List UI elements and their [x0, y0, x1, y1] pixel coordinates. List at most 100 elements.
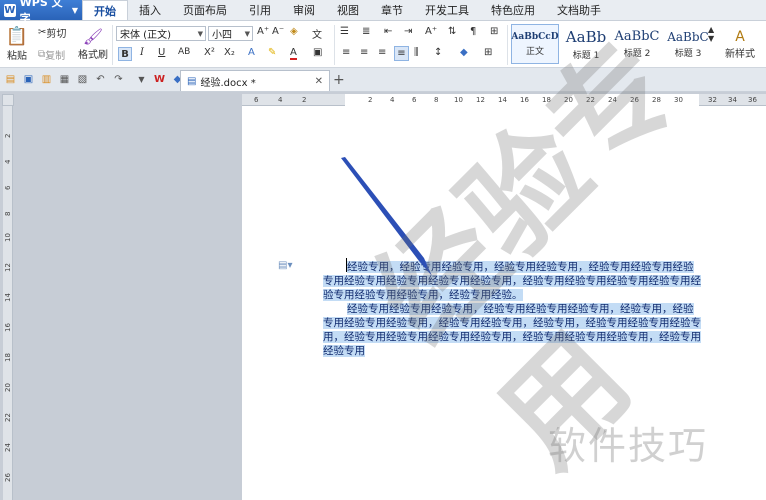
document-tab[interactable]: ▤ 经验.docx * ✕ [180, 70, 330, 91]
font-size-select[interactable]: 小四 ▼ [208, 26, 253, 41]
paragraph-2[interactable]: 经验专用经验专用经验专用，经验专用经验专用经验专用，经验专用，经验专用经验专用经… [323, 302, 701, 358]
border-button[interactable]: ⊞ [484, 47, 492, 58]
document-page[interactable]: ▤▾ 经验专用，经验专用经验专用，经验专用经验专用，经验专用经验专用经验专用经验… [242, 106, 766, 500]
text-effect-button[interactable]: A [248, 47, 255, 58]
underline-button[interactable]: U [158, 47, 165, 58]
distributed-button[interactable]: ⫼ [414, 47, 419, 58]
strikethrough-button[interactable]: AB [178, 47, 190, 57]
font-color-button[interactable]: A [290, 47, 297, 60]
sort-button[interactable]: ⇅ [448, 26, 456, 37]
paragraph-1-text: 经验专用，经验专用经验专用，经验专用经验专用，经验专用经验专用经验专用经验专用经… [323, 261, 701, 301]
bold-button[interactable]: B [118, 47, 132, 61]
bullet-list-icon: ☰ [340, 26, 349, 37]
tab-special-apps[interactable]: 特色应用 [480, 0, 546, 20]
increase-indent-button[interactable]: ⇥ [404, 26, 412, 37]
tab-review[interactable]: 审阅 [282, 0, 326, 20]
superscript-button[interactable]: X² [204, 47, 215, 58]
ruler-tick: 8 [434, 96, 439, 104]
chevron-down-icon[interactable]: ▼ [134, 72, 149, 87]
export-pdf-icon[interactable]: ▥ [39, 72, 54, 87]
justify-button[interactable]: ≡ [394, 46, 409, 61]
tab-references[interactable]: 引用 [238, 0, 282, 20]
line-spacing-button[interactable]: ↕ [434, 47, 442, 58]
ruler-tick: 6 [254, 96, 259, 104]
format-painter-button[interactable]: 🖌 格式刷 [78, 25, 108, 63]
style-heading-1[interactable]: AaBb 标题 1 [562, 24, 610, 64]
scissors-icon: ✂ [38, 27, 47, 38]
bullet-list-button[interactable]: ☰ [340, 26, 349, 37]
menu-bar: W WPS 文字 ▼ 开始 插入 页面布局 引用 审阅 视图 章节 开发工具 特… [0, 0, 766, 25]
cut-button[interactable]: ✂ 剪切 [38, 25, 66, 40]
document-tab-title: 经验.docx * [200, 77, 256, 89]
style-scroll-button[interactable]: ▲ ▼ [708, 25, 714, 43]
tab-page-layout[interactable]: 页面布局 [172, 0, 238, 20]
ruler-tick: 16 [4, 323, 12, 332]
style-normal[interactable]: AaBbCcD 正文 [511, 24, 559, 64]
brush-icon: 🖌 [82, 27, 104, 46]
ruler-corner[interactable] [2, 94, 14, 106]
paste-button[interactable]: 📋 粘贴 [4, 25, 30, 63]
tab-home[interactable]: 开始 [82, 0, 128, 20]
undo-icon[interactable]: ↶ [93, 72, 108, 87]
add-tab-icon[interactable]: + [333, 72, 345, 88]
indent-icon: ⇥ [404, 26, 413, 37]
align-right-button[interactable]: ≡ [378, 47, 386, 58]
tab-doc-assistant[interactable]: 文档助手 [546, 0, 612, 20]
print-preview-icon[interactable]: ▧ [75, 72, 90, 87]
show-marks-button[interactable]: ¶ [470, 26, 476, 37]
print-icon[interactable]: ▦ [57, 72, 72, 87]
style-heading-3[interactable]: AaBbC 标题 3 [664, 24, 712, 64]
clear-format-button[interactable]: ◈ [290, 26, 298, 37]
shrink-font-button[interactable]: A⁻ [272, 26, 284, 37]
chevron-down-icon: ▼ [708, 34, 715, 43]
horizontal-ruler[interactable]: 6 4 2 2 4 6 8 10 12 14 16 18 20 22 24 26… [242, 94, 766, 106]
pinyin-icon: 文 [312, 30, 322, 41]
vertical-ruler[interactable]: 2 4 6 8 10 12 14 16 18 20 22 24 26 [3, 106, 13, 500]
align-center-button[interactable]: ≡ [360, 47, 368, 58]
open-folder-icon[interactable]: ▤ [3, 72, 18, 87]
shading-button[interactable]: ◆ [460, 47, 468, 58]
redo-icon[interactable]: ↷ [111, 72, 126, 87]
text-effect-icon: A [248, 47, 255, 58]
shrink-font-icon: A⁻ [272, 26, 285, 37]
line-spacing-icon: ↕ [434, 47, 443, 58]
subscript-button[interactable]: X₂ [224, 47, 235, 58]
wps-logo-icon[interactable]: W [152, 72, 167, 87]
eraser-icon: ◈ [290, 26, 298, 37]
save-icon[interactable]: ▣ [21, 72, 36, 87]
italic-button[interactable]: I [140, 47, 144, 58]
ruler-tick: 16 [520, 96, 529, 104]
font-name-value: 宋体 (正文) [120, 30, 171, 41]
numbered-list-button[interactable]: ≣ [362, 26, 370, 37]
justify-icon: ≡ [397, 48, 406, 59]
copy-button[interactable]: ⧉ 复制 [38, 47, 65, 62]
close-icon[interactable]: ✕ [315, 76, 323, 87]
paragraph-options-icon[interactable]: ▤▾ [278, 260, 292, 271]
tab-insert[interactable]: 插入 [128, 0, 172, 20]
app-menu-button[interactable]: W WPS 文字 ▼ [0, 0, 82, 25]
ruler-tick: 10 [454, 96, 463, 104]
grow-font-icon: A⁺ [257, 26, 270, 37]
new-style-button[interactable]: A 新样式 [720, 25, 760, 63]
align-left-icon: ≡ [342, 47, 351, 58]
text-direction-button[interactable]: A⁺ [425, 26, 437, 37]
chevron-down-icon: ▼ [244, 29, 250, 38]
tab-view[interactable]: 视图 [326, 0, 370, 20]
char-border-button[interactable]: ▣ [313, 47, 322, 58]
highlight-button[interactable]: ✎ [268, 47, 276, 58]
decrease-indent-button[interactable]: ⇤ [384, 26, 392, 37]
tab-section[interactable]: 章节 [370, 0, 414, 20]
table-button[interactable]: ⊞ [490, 26, 498, 37]
align-left-button[interactable]: ≡ [342, 47, 350, 58]
font-size-value: 小四 [212, 30, 232, 41]
ruler-tick: 10 [4, 233, 12, 242]
paragraph-1[interactable]: 经验专用，经验专用经验专用，经验专用经验专用，经验专用经验专用经验专用经验专用经… [323, 260, 701, 302]
grow-font-button[interactable]: A⁺ [257, 26, 269, 37]
tab-developer[interactable]: 开发工具 [414, 0, 480, 20]
paragraph-2-text: 经验专用经验专用经验专用，经验专用经验专用经验专用，经验专用，经验专用经验专用经… [323, 303, 701, 357]
pinyin-button[interactable]: 文 [312, 26, 322, 41]
style-heading-2[interactable]: AaBbC 标题 2 [613, 24, 661, 64]
table-icon: ⊞ [490, 26, 499, 37]
ruler-tick: 12 [476, 96, 485, 104]
font-name-select[interactable]: 宋体 (正文) ▼ [116, 26, 206, 41]
